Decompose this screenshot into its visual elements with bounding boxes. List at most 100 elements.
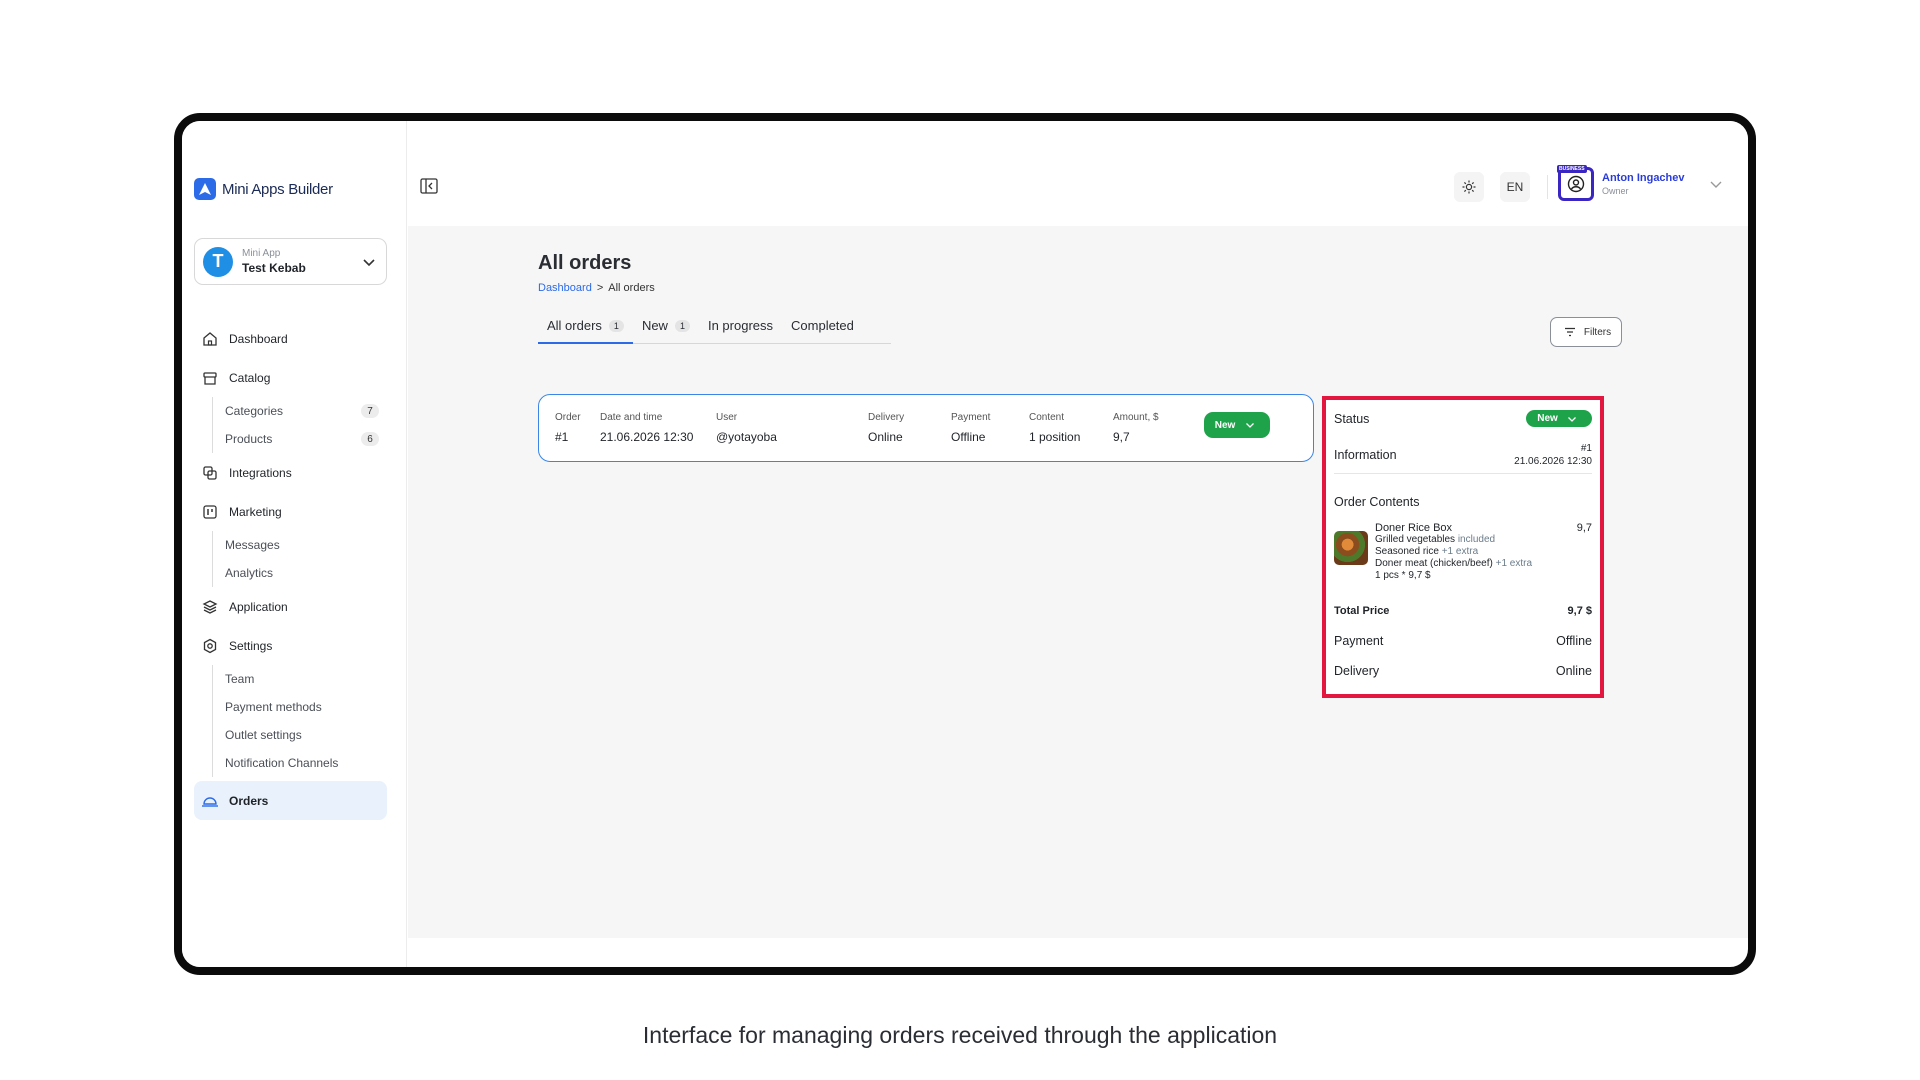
sidebar-item-label: Catalog	[229, 370, 271, 385]
order-delivery: Online	[868, 430, 903, 444]
theme-toggle-button[interactable]	[1454, 172, 1484, 202]
sidebar-item-label: Notification Channels	[225, 756, 339, 770]
order-user-cell: User @yotayoba	[716, 412, 777, 444]
app-avatar: T	[203, 246, 233, 277]
order-tabs: All orders 1 New 1 In progress Completed	[538, 318, 891, 344]
tab-new[interactable]: New 1	[633, 318, 699, 344]
logo-icon	[194, 178, 216, 200]
sidebar-item-orders[interactable]: Orders	[194, 781, 387, 820]
app-selector-name: Test Kebab	[242, 261, 306, 275]
payment-label: Payment	[1334, 634, 1384, 648]
layers-icon	[201, 598, 219, 616]
marketing-submenu: Messages Analytics	[212, 531, 387, 587]
sidebar-item-label: Categories	[225, 404, 284, 418]
sun-icon	[1460, 178, 1478, 196]
sidebar-item-products[interactable]: Products 6	[225, 425, 387, 453]
breadcrumb: Dashboard > All orders	[538, 282, 655, 294]
sidebar-item-label: Payment methods	[225, 700, 322, 714]
home-icon	[201, 330, 219, 348]
tab-count-badge: 1	[674, 320, 690, 332]
top-bar: EN BUSINESS Anton Ingachev Owner	[408, 121, 1748, 226]
categories-count-badge: 7	[361, 404, 379, 418]
user-name: Anton Ingachev	[1602, 172, 1685, 184]
detail-information-label: Information	[1334, 448, 1397, 462]
sidebar-item-label: Settings	[229, 638, 273, 653]
order-detail-panel: Status New Information #1 21.06.2026 12:…	[1322, 396, 1604, 698]
order-number: #1	[555, 430, 569, 444]
logo-text: Mini Apps Builder	[222, 180, 333, 198]
tab-completed[interactable]: Completed	[782, 318, 863, 344]
sidebar-item-analytics[interactable]: Analytics	[225, 559, 387, 587]
item-modifier-note: +1 extra	[1441, 546, 1479, 557]
sidebar-item-categories[interactable]: Categories 7	[225, 397, 387, 425]
order-item: Doner Rice Box 9,7 Grilled vegetables in…	[1334, 522, 1592, 582]
catalog-submenu: Categories 7 Products 6	[212, 397, 387, 453]
mini-app-selector[interactable]: T Mini App Test Kebab	[194, 238, 387, 285]
store-icon	[201, 369, 219, 387]
app-selector-label: Mini App	[242, 248, 281, 259]
item-modifier: Grilled vegetables	[1375, 534, 1456, 545]
delivery-value: Online	[1555, 664, 1592, 678]
order-amount: 9,7	[1113, 430, 1130, 444]
topbar-divider	[1547, 175, 1548, 199]
filters-button[interactable]: Filters	[1550, 317, 1622, 347]
column-label: User	[716, 412, 738, 423]
cloche-icon	[201, 792, 219, 810]
item-modifier: Seasoned rice	[1375, 546, 1439, 557]
order-content: 1 position	[1029, 430, 1081, 444]
filters-label: Filters	[1583, 326, 1612, 338]
app-logo[interactable]: Mini Apps Builder	[194, 178, 333, 200]
column-label: Date and time	[600, 412, 663, 423]
detail-order-date: 21.06.2026 12:30	[1514, 456, 1592, 467]
sidebar-item-application[interactable]: Application	[194, 587, 387, 626]
breadcrumb-dashboard-link[interactable]: Dashboard	[538, 282, 592, 294]
sidebar-item-integrations[interactable]: Integrations	[194, 453, 387, 492]
tab-label: Completed	[791, 318, 854, 333]
delivery-label: Delivery	[1334, 664, 1380, 678]
detail-total-row: Total Price 9,7 $	[1334, 605, 1592, 617]
order-number-cell: Order #1	[555, 412, 581, 444]
sidebar-item-outlet-settings[interactable]: Outlet settings	[225, 721, 387, 749]
settings-submenu: Team Payment methods Outlet settings Not…	[212, 665, 387, 777]
tab-in-progress[interactable]: In progress	[699, 318, 782, 344]
sidebar-nav: Dashboard Catalog Categories 7 Products …	[194, 319, 387, 820]
column-label: Delivery	[868, 412, 905, 423]
tab-label: In progress	[707, 318, 774, 333]
collapse-sidebar-icon[interactable]	[420, 177, 438, 195]
page-title: All orders	[538, 252, 632, 274]
integrations-icon	[201, 464, 219, 482]
sidebar-item-payment-methods[interactable]: Payment methods	[225, 693, 387, 721]
sidebar-item-marketing[interactable]: Marketing	[194, 492, 387, 531]
detail-status-dropdown[interactable]: New	[1526, 410, 1592, 427]
item-name: Doner Rice Box	[1375, 522, 1453, 534]
avatar: BUSINESS	[1557, 165, 1594, 201]
item-modifier-note: +1 extra	[1495, 558, 1533, 569]
sidebar-item-dashboard[interactable]: Dashboard	[194, 319, 387, 358]
order-date-cell: Date and time 21.06.2026 12:30	[600, 412, 693, 444]
order-payment: Offline	[951, 430, 986, 444]
order-amount-cell: Amount, $ 9,7	[1113, 412, 1159, 444]
total-label: Total Price	[1334, 605, 1390, 617]
gear-icon	[201, 637, 219, 655]
sidebar-item-notification-channels[interactable]: Notification Channels	[225, 749, 387, 777]
user-menu[interactable]: BUSINESS Anton Ingachev Owner	[1557, 165, 1725, 201]
divider	[1334, 473, 1592, 474]
sidebar: Mini Apps Builder T Mini App Test Kebab …	[182, 121, 407, 967]
column-label: Amount, $	[1113, 412, 1159, 423]
sidebar-item-team[interactable]: Team	[225, 665, 387, 693]
sidebar-item-catalog[interactable]: Catalog	[194, 358, 387, 397]
status-label: New	[1537, 413, 1558, 424]
breadcrumb-separator: >	[596, 282, 604, 294]
order-payment-cell: Payment Offline	[951, 412, 990, 444]
item-modifier-note: included	[1457, 534, 1496, 545]
order-status-dropdown[interactable]: New	[1204, 412, 1270, 438]
detail-delivery-row: Delivery Online	[1334, 664, 1592, 678]
language-button[interactable]: EN	[1500, 172, 1530, 202]
sidebar-item-settings[interactable]: Settings	[194, 626, 387, 665]
order-row[interactable]: Order #1 Date and time 21.06.2026 12:30 …	[538, 394, 1314, 462]
sidebar-item-messages[interactable]: Messages	[225, 531, 387, 559]
products-count-badge: 6	[361, 432, 379, 446]
tab-all-orders[interactable]: All orders 1	[538, 318, 633, 344]
payment-value: Offline	[1556, 634, 1592, 648]
tab-count-badge: 1	[608, 320, 624, 332]
